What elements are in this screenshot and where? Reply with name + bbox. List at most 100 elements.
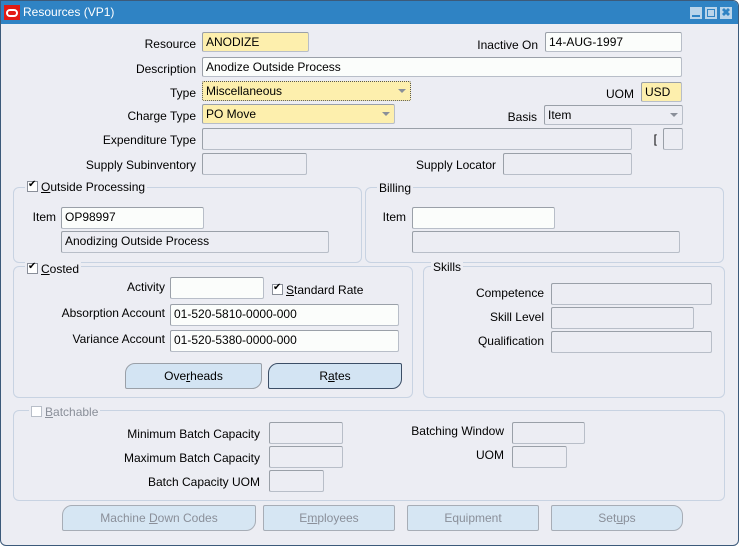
window-title: Resources (VP1): [23, 5, 115, 19]
batchable-checkbox[interactable]: Batchable: [29, 405, 101, 419]
close-icon[interactable]: ✖: [720, 7, 732, 19]
costed-title: osted: [49, 262, 80, 276]
batchable-title: atchable: [53, 405, 99, 419]
setups-text-post: ps: [623, 511, 636, 525]
outside-processing-checkbox[interactable]: Outside Processing: [25, 179, 148, 194]
basis-select[interactable]: Item: [544, 105, 683, 125]
inactive-on-field[interactable]: 14-AUG-1997: [545, 32, 682, 52]
outside-processing-mnemonic: O: [41, 180, 51, 194]
rates-button[interactable]: Rates: [268, 363, 402, 389]
uom-field[interactable]: USD: [641, 82, 682, 102]
supply-subinventory-field[interactable]: [202, 153, 307, 175]
billing-item-label: Item: [382, 210, 406, 224]
op-item-field[interactable]: OP98997: [61, 207, 204, 229]
batch-uom-label: UOM: [476, 448, 504, 462]
type-select[interactable]: Miscellaneous: [202, 81, 411, 101]
setups-mnemonic: u: [616, 511, 623, 525]
type-value: Miscellaneous: [206, 84, 283, 98]
costed-checkbox[interactable]: Costed: [25, 261, 82, 276]
description-label: Description: [135, 62, 196, 76]
setups-button[interactable]: Setups: [551, 505, 683, 531]
machine-text-pre: Machine: [100, 511, 149, 525]
op-item-description: Anodizing Outside Process: [61, 231, 329, 253]
activity-field[interactable]: [170, 277, 264, 299]
type-label: Type: [169, 86, 196, 100]
machine-mnemonic: D: [148, 511, 158, 525]
setups-text-pre: Set: [598, 511, 617, 525]
variance-account-field[interactable]: 01-520-5380-0000-000: [170, 330, 399, 352]
batching-window-field[interactable]: [512, 422, 585, 444]
description-field[interactable]: Anodize Outside Process: [202, 57, 682, 77]
standard-rate-mnemonic: S: [286, 283, 295, 297]
checkbox-checked-icon[interactable]: [272, 282, 283, 295]
min-batch-capacity-field[interactable]: [269, 422, 343, 444]
rates-text-post: tes: [334, 369, 351, 383]
max-batch-capacity-field[interactable]: [269, 446, 343, 468]
overheads-text-post: heads: [190, 369, 223, 383]
employees-button[interactable]: Employees: [263, 505, 395, 531]
chevron-down-icon[interactable]: [382, 112, 390, 116]
resources-window: Resources (VP1) ✖ Resource ANODIZE Inact…: [0, 0, 739, 546]
qualification-field[interactable]: [551, 331, 712, 353]
minimize-icon[interactable]: [690, 7, 702, 19]
chevron-down-icon[interactable]: [398, 89, 406, 93]
standard-rate-label: tandard Rate: [294, 283, 364, 297]
chevron-down-icon[interactable]: [670, 113, 678, 117]
title-bar[interactable]: Resources (VP1) ✖: [1, 1, 738, 24]
supply-locator-field[interactable]: [503, 153, 632, 175]
op-item-label: Item: [32, 210, 56, 224]
outside-processing-title: utside Processing: [50, 180, 146, 194]
costed-mnemonic: C: [41, 262, 50, 276]
supply-subinventory-label: Supply Subinventory: [85, 158, 196, 172]
charge-type-select[interactable]: PO Move: [202, 104, 395, 124]
machine-down-codes-button[interactable]: Machine Down Codes: [62, 505, 256, 531]
billing-item-field[interactable]: [412, 207, 555, 229]
skill-level-label: Skill Level: [489, 310, 544, 324]
batch-capacity-uom-label: Batch Capacity UOM: [147, 475, 260, 489]
skill-level-field[interactable]: [551, 307, 694, 329]
basis-value: Item: [548, 108, 572, 122]
supply-locator-label: Supply Locator: [415, 158, 496, 172]
expenditure-flex-field[interactable]: [663, 128, 683, 150]
absorption-account-label: Absorption Account: [61, 306, 165, 320]
basis-label: Basis: [507, 110, 537, 124]
expenditure-type-field[interactable]: [202, 128, 632, 150]
resource-field[interactable]: ANODIZE: [202, 32, 309, 52]
qualification-label: Qualification: [477, 334, 544, 348]
maximize-icon[interactable]: [705, 7, 717, 19]
billing-item-description: [412, 231, 680, 253]
checkbox-checked-icon[interactable]: [27, 261, 38, 274]
competence-label: Competence: [475, 286, 544, 300]
oracle-logo-icon: [4, 5, 20, 20]
overheads-text-pre: Ove: [164, 369, 187, 383]
batching-window-label: Batching Window: [411, 424, 504, 438]
max-batch-capacity-label: Maximum Batch Capacity: [123, 451, 260, 465]
competence-field[interactable]: [551, 283, 712, 305]
charge-type-value: PO Move: [206, 107, 257, 121]
employees-mnemonic: m: [307, 511, 318, 525]
expenditure-type-label: Expenditure Type: [102, 133, 196, 147]
resource-label: Resource: [144, 37, 196, 51]
checkbox-checked-icon[interactable]: [27, 179, 38, 192]
equipment-button[interactable]: Equipment: [407, 505, 539, 531]
batch-capacity-uom-field[interactable]: [269, 470, 324, 492]
min-batch-capacity-label: Minimum Batch Capacity: [127, 427, 260, 441]
employees-text-post: ployees: [317, 511, 359, 525]
overheads-button[interactable]: Overheads: [125, 363, 262, 389]
billing-title: Billing: [377, 181, 414, 195]
batchable-mnemonic: B: [45, 405, 54, 419]
rates-text-pre: R: [319, 369, 328, 383]
batch-uom-field[interactable]: [512, 446, 567, 468]
activity-label: Activity: [126, 280, 165, 294]
variance-account-label: Variance Account: [72, 332, 165, 346]
inactive-on-label: Inactive On: [477, 38, 538, 52]
absorption-account-field[interactable]: 01-520-5810-0000-000: [170, 304, 399, 326]
charge-type-label: Charge Type: [127, 109, 197, 123]
checkbox-unchecked-icon[interactable]: [31, 406, 42, 417]
uom-label: UOM: [606, 87, 634, 101]
rates-mnemonic: a: [327, 369, 335, 383]
bracket-label: [: [653, 132, 657, 146]
machine-text-post: own Codes: [157, 511, 218, 525]
standard-rate-checkbox[interactable]: Standard Rate: [272, 282, 364, 297]
skills-title: Skills: [431, 260, 464, 274]
